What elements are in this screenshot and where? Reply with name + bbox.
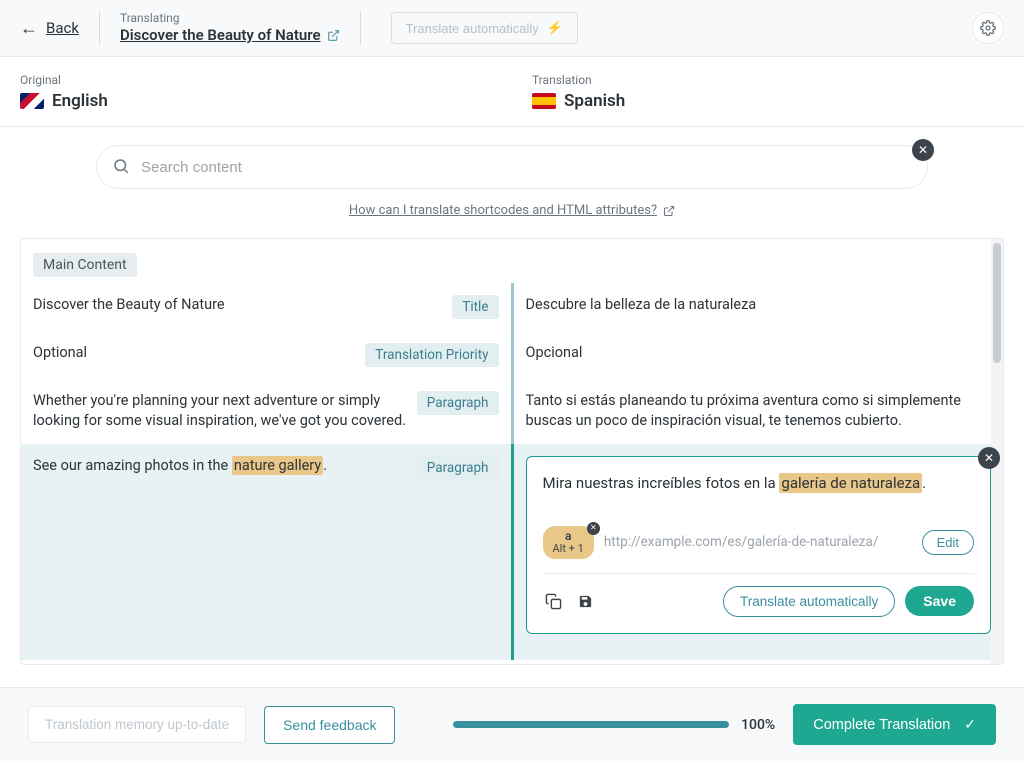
translating-label: Translating (120, 11, 340, 26)
doc-title-group: Translating Discover the Beauty of Natur… (120, 11, 340, 45)
search-input[interactable] (96, 145, 928, 189)
copy-button[interactable] (543, 590, 565, 612)
translation-memory-button[interactable]: Translation memory up-to-date (28, 706, 246, 743)
doc-title-link[interactable]: Discover the Beauty of Nature (120, 26, 340, 45)
divider (360, 11, 361, 45)
original-label: Original (20, 73, 492, 87)
progress-bar (453, 721, 729, 728)
complete-translation-button[interactable]: Complete Translation ✓ (793, 704, 996, 745)
doc-title-text: Discover the Beauty of Nature (120, 26, 321, 45)
field-type-badge: Paragraph (417, 391, 499, 415)
link-highlight: nature gallery (232, 456, 323, 475)
link-url: http://example.com/es/galería-de-natural… (604, 534, 912, 550)
field-type-badge: Title (452, 295, 498, 319)
original-language-cell: Original English (0, 57, 512, 126)
translation-row[interactable]: Whether you're planning your next advent… (21, 379, 1003, 444)
search-icon (112, 157, 130, 175)
save-disk-button[interactable] (575, 590, 597, 612)
translated-text: Tanto si estás planeando tu próxima aven… (526, 391, 992, 432)
gear-icon (980, 20, 996, 36)
help-link-text: How can I translate shortcodes and HTML … (349, 203, 657, 218)
edit-panel: ✕ Mira nuestras increíbles fotos en la g… (526, 456, 992, 634)
search-area: ✕ How can I translate shortcodes and HTM… (0, 127, 1024, 226)
translation-row-active[interactable]: See our amazing photos in the nature gal… (21, 444, 1003, 660)
save-disk-icon (578, 594, 593, 609)
footer-bar: Translation memory up-to-date Send feedb… (0, 687, 1024, 761)
translate-automatically-button[interactable]: Translate automatically (723, 586, 895, 617)
save-button[interactable]: Save (905, 586, 974, 616)
edit-close-button[interactable]: ✕ (978, 447, 1000, 469)
uk-flag-icon (20, 93, 44, 109)
translation-label: Translation (532, 73, 1004, 87)
content-wrap: Main Content Discover the Beauty of Natu… (0, 226, 1024, 665)
divider (99, 11, 100, 45)
external-link-icon (663, 205, 675, 217)
complete-label: Complete Translation (813, 717, 950, 733)
auto-translate-label: Translate automatically (406, 21, 539, 36)
translation-row[interactable]: Optional Translation Priority Opcional (21, 331, 1003, 379)
copy-icon (545, 593, 562, 610)
field-type-badge: Translation Priority (365, 343, 498, 367)
bolt-icon: ⚡ (547, 20, 563, 36)
arrow-left-icon: ← (20, 18, 38, 39)
link-url-row: a Alt + 1 ✕ http://example.com/es/galerí… (543, 526, 975, 559)
translation-row[interactable]: Discover the Beauty of Nature Title Desc… (21, 283, 1003, 331)
top-bar: ← Back Translating Discover the Beauty o… (0, 0, 1024, 57)
edit-link-button[interactable]: Edit (922, 530, 974, 555)
progress-indicator: 100% (453, 717, 775, 733)
translate-automatically-button-top[interactable]: Translate automatically ⚡ (391, 12, 578, 44)
translation-lang-name: Spanish (564, 91, 625, 111)
alt-shortcut-badge[interactable]: a Alt + 1 ✕ (543, 526, 594, 559)
content-panel: Main Content Discover the Beauty of Natu… (20, 238, 1004, 665)
original-lang-name: English (52, 91, 108, 111)
original-text: Optional (33, 343, 365, 363)
link-highlight: galería de naturaleza (779, 473, 922, 493)
section-label: Main Content (33, 253, 137, 277)
spain-flag-icon (532, 93, 556, 109)
send-feedback-button[interactable]: Send feedback (264, 706, 395, 744)
translation-language-cell: Translation Spanish (512, 57, 1024, 126)
check-icon: ✓ (964, 716, 976, 733)
external-link-icon (327, 29, 340, 42)
back-button[interactable]: ← Back (20, 18, 79, 39)
back-label: Back (46, 19, 79, 37)
progress-percent: 100% (741, 717, 775, 733)
close-icon: ✕ (984, 451, 994, 465)
edit-actions: Translate automatically Save (543, 573, 975, 617)
settings-button[interactable] (972, 12, 1004, 44)
translated-text: Descubre la belleza de la naturaleza (526, 295, 992, 315)
original-text: See our amazing photos in the nature gal… (33, 456, 417, 476)
original-text: Whether you're planning your next advent… (33, 391, 417, 432)
translation-input[interactable]: Mira nuestras increíbles fotos en la gal… (543, 473, 975, 494)
search-clear-button[interactable]: ✕ (912, 139, 934, 161)
remove-link-icon[interactable]: ✕ (587, 522, 600, 535)
field-type-badge: Paragraph (417, 456, 499, 480)
close-icon: ✕ (918, 143, 928, 157)
help-link[interactable]: How can I translate shortcodes and HTML … (349, 203, 675, 218)
original-text: Discover the Beauty of Nature (33, 295, 452, 315)
language-bar: Original English Translation Spanish (0, 57, 1024, 127)
translated-text: Opcional (526, 343, 992, 363)
